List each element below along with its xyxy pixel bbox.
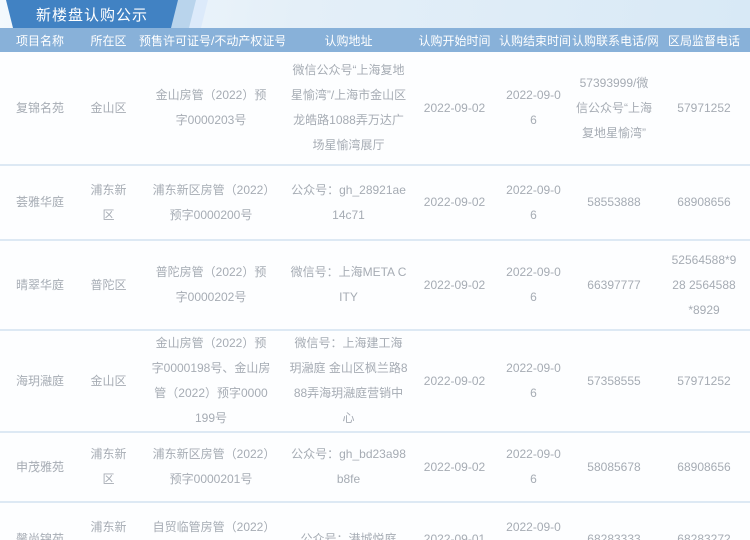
cell-end-time: 2022-09-06	[497, 240, 570, 331]
cell-supervision-phone: 68908656	[658, 165, 750, 241]
cell-contact-phone: 58553888	[570, 165, 658, 241]
header-supervision-phone: 区局监督电话	[658, 28, 750, 52]
cell-end-time: 2022-09-05	[497, 502, 570, 540]
cell-project-name: 馨尚锦苑	[0, 502, 80, 540]
cell-start-time: 2022-09-02	[412, 432, 497, 503]
cell-permit-number: 浦东新区房管（2022）预字0000201号	[137, 432, 285, 503]
cell-contact-phone: 66397777	[570, 240, 658, 331]
cell-start-time: 2022-09-01	[412, 502, 497, 540]
cell-subscription-address: 微信号：上海META CITY	[285, 240, 412, 331]
cell-permit-number: 浦东新区房管（2022）预字0000200号	[137, 165, 285, 241]
cell-permit-number: 金山房管（2022）预字0000203号	[137, 52, 285, 166]
header-end-time: 认购结束时间	[497, 28, 570, 52]
cell-project-name: 申茂雅苑	[0, 432, 80, 503]
cell-permit-number: 金山房管（2022）预字0000198号、金山房管（2022）预字0000199…	[137, 330, 285, 433]
cell-start-time: 2022-09-02	[412, 165, 497, 241]
cell-subscription-address: 公众号：港城悦庭	[285, 502, 412, 540]
cell-contact-phone: 58085678	[570, 432, 658, 503]
cell-district: 浦东新区	[80, 502, 137, 540]
table-row: 海玥瀜庭 金山区 金山房管（2022）预字0000198号、金山房管（2022）…	[0, 330, 750, 433]
cell-supervision-phone: 68283272	[658, 502, 750, 540]
header-contact-phone: 认购联系电话/网址	[570, 28, 658, 52]
cell-end-time: 2022-09-06	[497, 330, 570, 433]
cell-end-time: 2022-09-06	[497, 52, 570, 166]
table-row: 晴翠华庭 普陀区 普陀房管（2022）预字0000202号 微信号：上海META…	[0, 240, 750, 331]
table-row: 申茂雅苑 浦东新区 浦东新区房管（2022）预字0000201号 公众号：gh_…	[0, 432, 750, 503]
cell-subscription-address: 公众号：gh_bd23a98b8fe	[285, 432, 412, 503]
cell-project-name: 海玥瀜庭	[0, 330, 80, 433]
cell-supervision-phone: 57971252	[658, 52, 750, 166]
cell-start-time: 2022-09-02	[412, 52, 497, 166]
announcement-table: 项目名称 所在区 预售许可证号/不动产权证号 认购地址 认购开始时间 认购结束时…	[0, 28, 750, 540]
header-permit-number: 预售许可证号/不动产权证号	[137, 28, 285, 52]
cell-district: 浦东新区	[80, 165, 137, 241]
cell-project-name: 晴翠华庭	[0, 240, 80, 331]
cell-contact-phone: 68283333	[570, 502, 658, 540]
header-start-time: 认购开始时间	[412, 28, 497, 52]
header-subscription-address: 认购地址	[285, 28, 412, 52]
header-project-name: 项目名称	[0, 28, 80, 52]
cell-supervision-phone: 57971252	[658, 330, 750, 433]
cell-project-name: 荟雅华庭	[0, 165, 80, 241]
cell-district: 浦东新区	[80, 432, 137, 503]
cell-supervision-phone: 68908656	[658, 432, 750, 503]
cell-supervision-phone: 52564588*928 2564588*8929	[658, 240, 750, 331]
table-row: 荟雅华庭 浦东新区 浦东新区房管（2022）预字0000200号 公众号：gh_…	[0, 165, 750, 241]
cell-district: 普陀区	[80, 240, 137, 331]
cell-subscription-address: 公众号：gh_28921ae14c71	[285, 165, 412, 241]
cell-permit-number: 自贸临管房管（2022）预字0000197号	[137, 502, 285, 540]
cell-district: 金山区	[80, 330, 137, 433]
cell-subscription-address: 微信公众号“上海复地星愉湾”/上海市金山区龙皓路1088弄万达广场星愉湾展厅	[285, 52, 412, 166]
cell-district: 金山区	[80, 52, 137, 166]
cell-contact-phone: 57393999/微信公众号“上海复地星愉湾”	[570, 52, 658, 166]
cell-contact-phone: 57358555	[570, 330, 658, 433]
page-banner: 新楼盘认购公示	[0, 0, 750, 28]
table-row: 复锦名苑 金山区 金山房管（2022）预字0000203号 微信公众号“上海复地…	[0, 52, 750, 166]
table-header-row: 项目名称 所在区 预售许可证号/不动产权证号 认购地址 认购开始时间 认购结束时…	[0, 28, 750, 52]
header-district: 所在区	[80, 28, 137, 52]
table-row: 馨尚锦苑 浦东新区 自贸临管房管（2022）预字0000197号 公众号：港城悦…	[0, 502, 750, 540]
cell-subscription-address: 微信号：上海建工海玥瀜庭 金山区枫兰路888弄海玥瀜庭营销中心	[285, 330, 412, 433]
cell-end-time: 2022-09-06	[497, 432, 570, 503]
cell-permit-number: 普陀房管（2022）预字0000202号	[137, 240, 285, 331]
cell-end-time: 2022-09-06	[497, 165, 570, 241]
cell-project-name: 复锦名苑	[0, 52, 80, 166]
cell-start-time: 2022-09-02	[412, 240, 497, 331]
page-title: 新楼盘认购公示	[6, 0, 178, 28]
cell-start-time: 2022-09-02	[412, 330, 497, 433]
